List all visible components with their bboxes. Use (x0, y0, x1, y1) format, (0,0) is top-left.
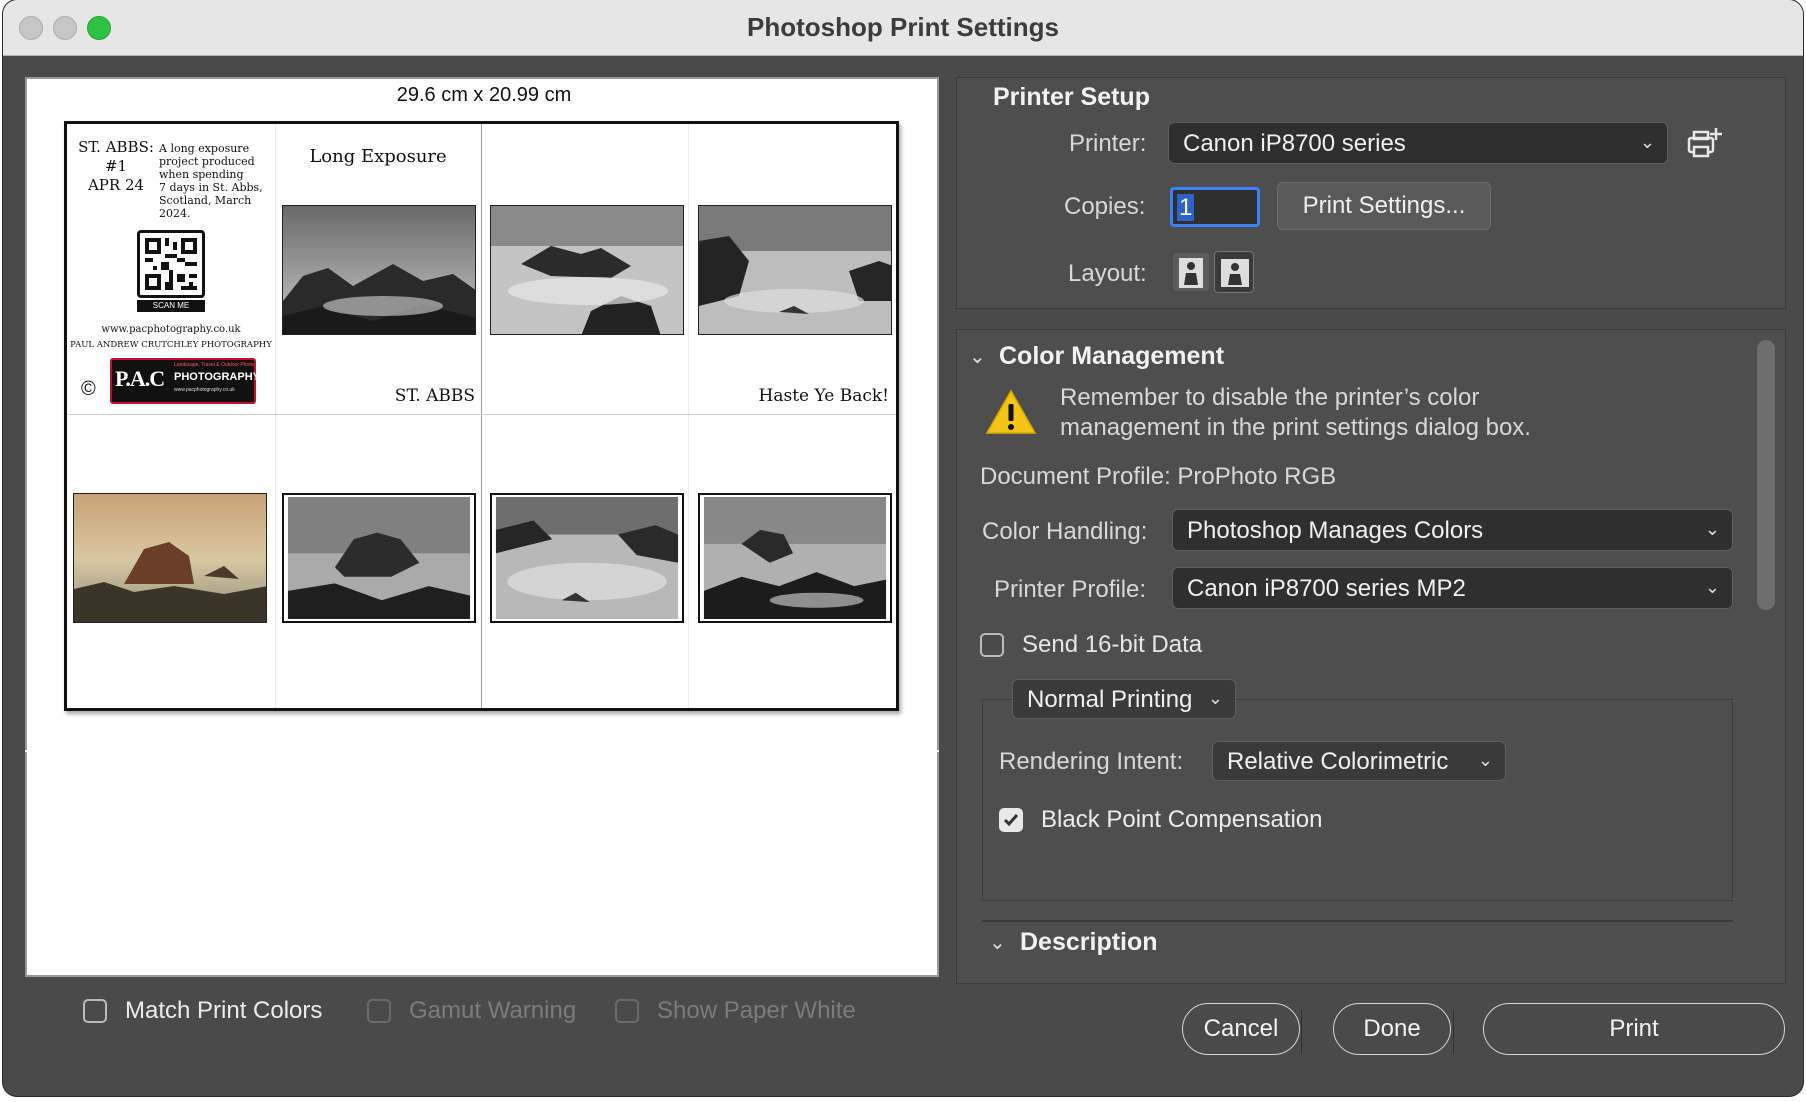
copyright-symbol: © (81, 378, 96, 400)
chevron-down-icon: ⌄ (1639, 132, 1655, 152)
portrait-layout-icon[interactable] (1173, 253, 1209, 291)
sheet-header-title: ST. ABBS: (78, 138, 154, 156)
description-chevron-icon[interactable]: ⌄ (989, 930, 1006, 955)
chevron-down-icon: ⌄ (1207, 688, 1223, 708)
photo-bottom-1 (73, 493, 267, 623)
landscape-layout-icon[interactable] (1214, 251, 1254, 293)
copies-input[interactable]: 1 (1170, 187, 1260, 227)
black-point-checkbox[interactable] (999, 808, 1023, 832)
checkmark-icon (1003, 814, 1019, 827)
photo-bottom-2 (282, 493, 476, 623)
layout-label: Layout: (1068, 260, 1147, 287)
printer-select[interactable]: Canon iP8700 series ⌄ (1168, 122, 1668, 164)
add-printer-icon[interactable] (1685, 126, 1725, 162)
send-16bit-option[interactable]: Send 16-bit Data (980, 631, 1202, 659)
show-paper-white-checkbox (615, 999, 639, 1023)
normal-printing-select[interactable]: Normal Printing ⌄ (1012, 679, 1236, 719)
document-profile: Document Profile: ProPhoto RGB (980, 463, 1337, 490)
st-abbs-label: ST. ABBS (394, 386, 475, 406)
gamut-warning-checkbox (367, 999, 391, 1023)
done-button[interactable]: Done (1333, 1003, 1451, 1055)
match-print-colors-option[interactable]: Match Print Colors (83, 997, 322, 1025)
section-divider (982, 920, 1733, 922)
color-handling-label: Color Handling: (982, 518, 1148, 545)
rendering-intent-select[interactable]: Relative Colorimetric ⌄ (1212, 741, 1506, 781)
match-print-colors-checkbox[interactable] (83, 999, 107, 1023)
window-title: Photoshop Print Settings (747, 12, 1059, 42)
color-warning-text: Remember to disable the printer’s color … (1060, 384, 1531, 441)
print-settings-button[interactable]: Print Settings... (1277, 182, 1491, 230)
printer-profile-label: Printer Profile: (994, 576, 1147, 603)
cancel-button[interactable]: Cancel (1182, 1003, 1300, 1055)
send-16bit-checkbox[interactable] (980, 633, 1004, 657)
print-dialog-window: Photoshop Print Settings 29.6 cm x 20.99… (3, 0, 1803, 1096)
chevron-down-icon: ⌄ (1704, 577, 1720, 597)
black-point-label: Black Point Compensation (1041, 806, 1323, 833)
rendering-intent-label: Rendering Intent: (999, 748, 1184, 775)
sheet-header-number: #1 (104, 157, 128, 175)
color-management-chevron-icon[interactable]: ⌄ (969, 344, 986, 369)
copies-label: Copies: (1064, 193, 1146, 220)
print-button[interactable]: Print (1483, 1003, 1785, 1055)
send-16bit-label: Send 16-bit Data (1022, 631, 1203, 658)
paper-dimensions: 29.6 cm x 20.99 cm (396, 84, 572, 106)
pac-logo: P.A.C Landscape, Travel & Outdoor Photog… (110, 358, 260, 404)
match-print-colors-label: Match Print Colors (125, 997, 323, 1024)
color-management-heading[interactable]: Color Management (999, 342, 1224, 371)
preview-sheet: ST. ABBS: #1 APR 24 A long exposure proj… (64, 121, 899, 711)
printer-label: Printer: (1069, 130, 1147, 157)
photo-bottom-4 (698, 493, 892, 623)
color-handling-select[interactable]: Photoshop Manages Colors ⌄ (1172, 509, 1733, 551)
qr-code (137, 230, 205, 298)
show-paper-white-label: Show Paper White (657, 997, 856, 1024)
warning-icon (985, 389, 1037, 440)
black-point-option[interactable]: Black Point Compensation (999, 806, 1322, 834)
title-bar: Photoshop Print Settings (3, 0, 1803, 56)
photo-bottom-3 (490, 493, 684, 623)
photo-top-1 (282, 205, 476, 335)
gamut-warning-option: Gamut Warning (367, 997, 576, 1025)
photo-top-2 (490, 205, 684, 335)
long-exposure-label: Long Exposure (309, 146, 447, 167)
qr-caption: SCAN ME (137, 300, 205, 312)
show-paper-white-option: Show Paper White (615, 997, 856, 1025)
print-preview: 29.6 cm x 20.99 cm ST. ABBS: #1 APR 24 A… (25, 77, 939, 977)
description-heading[interactable]: Description (1020, 928, 1158, 957)
chevron-down-icon: ⌄ (1477, 750, 1493, 770)
haste-ye-back-label: Haste Ye Back! (758, 386, 889, 406)
scrollbar-thumb[interactable] (1757, 340, 1775, 610)
gamut-warning-label: Gamut Warning (409, 997, 577, 1024)
sheet-website: www.pacphotography.co.uk (101, 324, 241, 335)
sheet-photographer: PAUL ANDREW CRUTCHLEY PHOTOGRAPHY (70, 340, 272, 350)
sheet-header-date: APR 24 (87, 176, 145, 194)
sheet-description: A long exposure project produced when sp… (159, 142, 263, 220)
printer-setup-heading: Printer Setup (993, 83, 1150, 111)
photo-top-3 (698, 205, 892, 335)
chevron-down-icon: ⌄ (1704, 519, 1720, 539)
rendering-group (982, 699, 1733, 901)
printer-profile-select[interactable]: Canon iP8700 series MP2 ⌄ (1172, 567, 1733, 609)
